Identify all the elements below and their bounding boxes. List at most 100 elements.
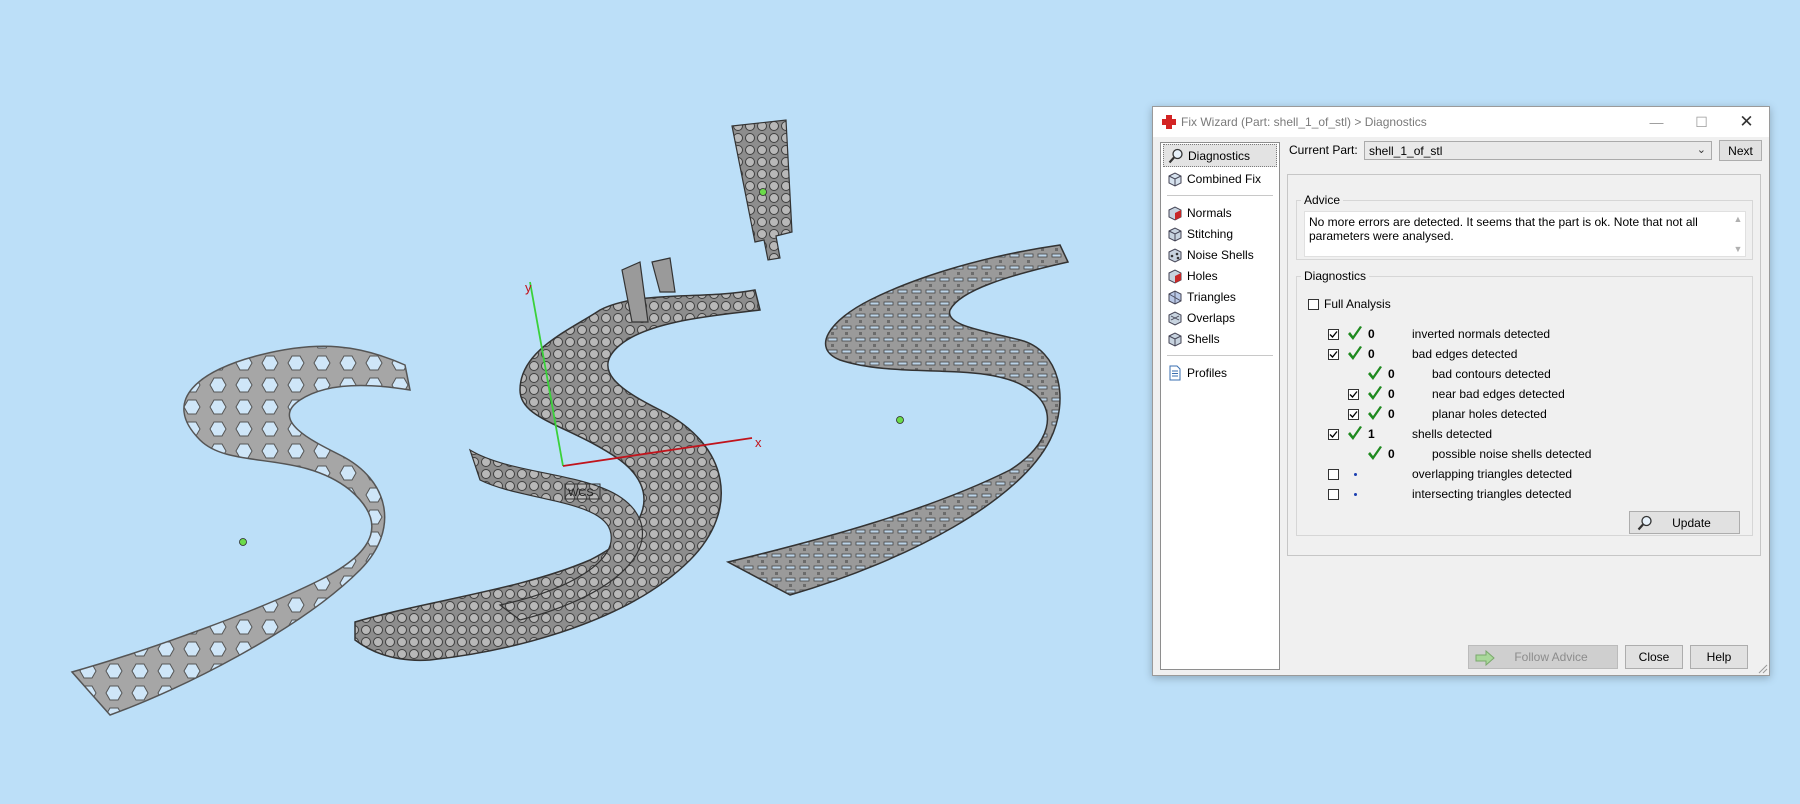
normals-cube-icon	[1168, 205, 1182, 221]
nav-holes[interactable]: Holes	[1161, 265, 1279, 286]
nav-separator	[1167, 195, 1273, 196]
triangles-cube-icon	[1168, 289, 1182, 305]
nav-stitching[interactable]: Stitching	[1161, 223, 1279, 244]
nav-label: Overlaps	[1187, 310, 1236, 325]
advice-text-box[interactable]: No more errors are detected. It seems th…	[1304, 211, 1746, 257]
nav-label: Diagnostics	[1188, 148, 1251, 163]
near-bad-edges-checkbox[interactable]	[1348, 389, 1359, 400]
check-icon	[1368, 366, 1382, 380]
follow-advice-button[interactable]: Follow Advice	[1468, 645, 1618, 669]
planar-holes-checkbox[interactable]	[1348, 409, 1359, 420]
follow-advice-label: Follow Advice	[1514, 650, 1588, 664]
inverted-normals-count: 0	[1368, 327, 1375, 341]
nav-normals[interactable]: Normals	[1161, 202, 1279, 223]
chevron-down-icon: ⌄	[1696, 144, 1706, 156]
full-analysis-label: Full Analysis	[1324, 297, 1391, 311]
current-part-select[interactable]: shell_1_of_stl ⌄	[1364, 141, 1712, 160]
intersecting-triangles-label: intersecting triangles detected	[1412, 487, 1572, 501]
nav-profiles[interactable]: Profiles	[1161, 362, 1279, 383]
help-button[interactable]: Help	[1690, 645, 1748, 669]
current-part-label: Current Part:	[1289, 143, 1358, 157]
resize-grip-icon[interactable]	[1758, 664, 1768, 674]
wizard-nav: Diagnostics Combined Fix Normals Stitchi…	[1160, 142, 1280, 670]
y-axis-label: y	[525, 280, 532, 295]
nav-triangles[interactable]: Triangles	[1161, 286, 1279, 307]
noise-shells-label: possible noise shells detected	[1432, 447, 1592, 461]
scroll-down-icon: ▼	[1733, 244, 1743, 254]
fix-wizard-window: Fix Wizard (Part: shell_1_of_stl) > Diag…	[1152, 106, 1770, 676]
intersecting-triangles-checkbox[interactable]	[1328, 489, 1339, 500]
close-button[interactable]: Close	[1625, 645, 1683, 669]
check-icon	[1368, 386, 1382, 400]
shells-checkbox[interactable]	[1328, 429, 1339, 440]
nav-combined-fix[interactable]: Combined Fix	[1161, 168, 1279, 189]
green-arrow-icon	[1475, 650, 1495, 666]
nav-shells[interactable]: Shells	[1161, 328, 1279, 349]
nav-separator	[1167, 355, 1273, 356]
close-icon: ✕	[1739, 112, 1754, 131]
nav-noise-shells[interactable]: Noise Shells	[1161, 244, 1279, 265]
pending-dot-icon	[1354, 473, 1357, 476]
nav-label: Normals	[1187, 205, 1232, 220]
maximize-icon: ☐	[1695, 113, 1708, 130]
check-icon	[1348, 346, 1362, 360]
x-axis-label: x	[755, 435, 762, 450]
inverted-normals-checkbox[interactable]	[1328, 329, 1339, 340]
3d-viewport[interactable]: y x WCS	[0, 0, 1150, 804]
bad-edges-checkbox[interactable]	[1328, 349, 1339, 360]
nav-label: Shells	[1187, 331, 1220, 346]
wcs-label: WCS	[568, 487, 594, 499]
next-button[interactable]: Next	[1719, 140, 1762, 161]
shells-cube-icon	[1168, 331, 1182, 347]
hex-marker	[239, 538, 247, 546]
nav-label: Noise Shells	[1187, 247, 1254, 262]
noise-shells-count: 0	[1388, 447, 1395, 461]
check-icon	[1348, 326, 1362, 340]
part-s-hex-lattice[interactable]	[70, 345, 411, 716]
nav-diagnostics[interactable]: Diagnostics	[1163, 144, 1277, 167]
near-bad-edges-label: near bad edges detected	[1432, 387, 1565, 401]
cube-icon	[1168, 171, 1182, 187]
nav-label: Profiles	[1187, 365, 1228, 380]
minimize-button[interactable]: —	[1634, 107, 1679, 137]
shells-count: 1	[1368, 427, 1375, 441]
update-button[interactable]: Update	[1629, 511, 1740, 534]
bad-edges-label: bad edges detected	[1412, 347, 1518, 361]
planar-holes-count: 0	[1388, 407, 1395, 421]
advice-scrollbar[interactable]: ▲ ▼	[1731, 212, 1745, 256]
update-label: Update	[1672, 515, 1711, 530]
near-bad-edges-count: 0	[1388, 387, 1395, 401]
inverted-normals-label: inverted normals detected	[1412, 327, 1551, 341]
nav-label: Triangles	[1187, 289, 1236, 304]
nav-label: Stitching	[1187, 226, 1234, 241]
magnifier-icon	[1637, 515, 1652, 531]
scroll-up-icon: ▲	[1733, 214, 1743, 224]
bad-contours-count: 0	[1388, 367, 1395, 381]
nav-overlaps[interactable]: Overlaps	[1161, 307, 1279, 328]
nav-label: Combined Fix	[1187, 171, 1262, 186]
weave-marker	[896, 416, 904, 424]
nav-label: Holes	[1187, 268, 1218, 283]
overlaps-cube-icon	[1168, 310, 1182, 326]
diagnostics-legend: Diagnostics	[1304, 269, 1367, 283]
check-icon	[1348, 426, 1362, 440]
holes-cube-icon	[1168, 268, 1182, 284]
diagnostics-panel: Advice No more errors are detected. It s…	[1287, 174, 1761, 556]
shells-label: shells detected	[1412, 427, 1493, 441]
current-part-value: shell_1_of_stl	[1369, 143, 1443, 158]
red-cross-icon	[1162, 115, 1176, 129]
stitching-cube-icon	[1168, 226, 1182, 242]
check-icon	[1368, 446, 1382, 460]
hanger-pivot-marker	[759, 188, 767, 196]
document-icon	[1169, 365, 1181, 380]
close-window-button[interactable]: ✕	[1724, 107, 1769, 137]
full-analysis-checkbox[interactable]	[1308, 299, 1319, 310]
overlapping-triangles-checkbox[interactable]	[1328, 469, 1339, 480]
window-title: Fix Wizard (Part: shell_1_of_stl) > Diag…	[1181, 115, 1427, 129]
bad-contours-label: bad contours detected	[1432, 367, 1551, 381]
magnifier-icon	[1168, 148, 1183, 163]
bad-edges-count: 0	[1368, 347, 1375, 361]
maximize-button[interactable]: ☐	[1679, 107, 1724, 137]
title-bar[interactable]: Fix Wizard (Part: shell_1_of_stl) > Diag…	[1153, 107, 1769, 137]
overlapping-triangles-label: overlapping triangles detected	[1412, 467, 1573, 481]
